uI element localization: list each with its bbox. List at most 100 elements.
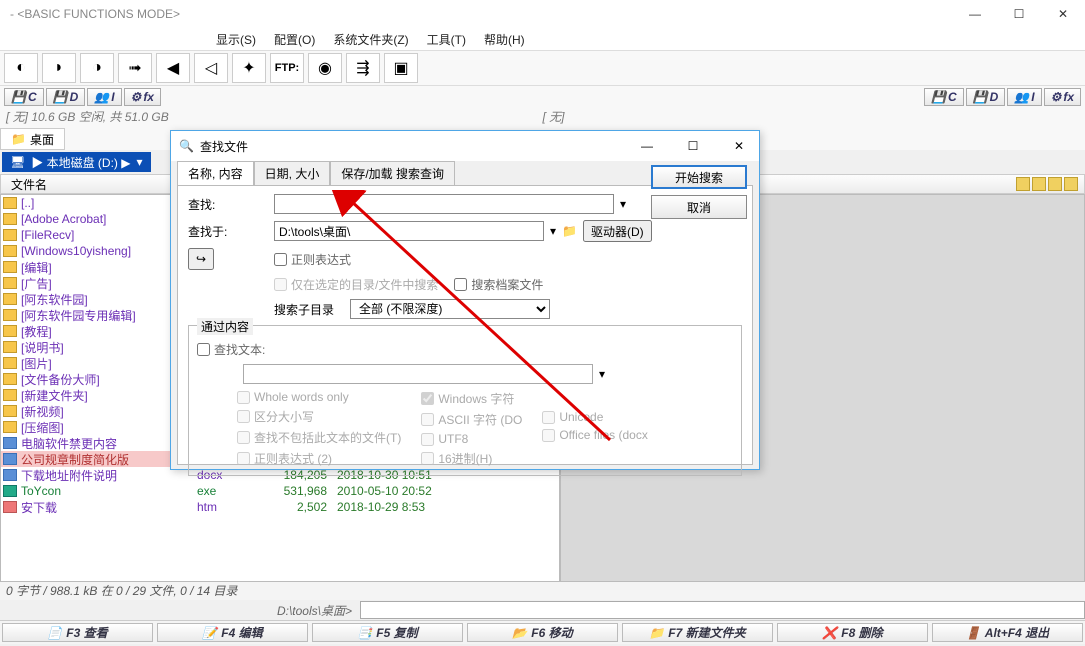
drive-fx-right[interactable]: ⚙ fx bbox=[1044, 88, 1081, 106]
subdir-label: 搜索子目录 bbox=[274, 301, 344, 318]
file-row[interactable]: 安下载 htm 2,502 2018-10-29 8:53 bbox=[1, 499, 559, 515]
minimize-button[interactable]: — bbox=[953, 0, 997, 28]
subdir-select[interactable]: 全部 (不限深度) bbox=[350, 299, 550, 319]
file-icon bbox=[3, 245, 17, 257]
dropdown-icon[interactable]: ▾ bbox=[550, 224, 556, 238]
menu-tools[interactable]: 工具(T) bbox=[421, 29, 472, 50]
toolbar-ftp[interactable]: FTP: bbox=[270, 53, 304, 83]
f5-copy[interactable]: 📑 F5 复制 bbox=[312, 623, 463, 642]
file-icon bbox=[3, 261, 17, 273]
file-icon bbox=[3, 421, 17, 433]
findtext-checkbox[interactable]: 查找文本: bbox=[197, 341, 265, 358]
tab-desktop[interactable]: 📁 桌面 bbox=[0, 128, 65, 150]
search-input[interactable] bbox=[274, 194, 614, 214]
start-search-button[interactable]: 开始搜索 bbox=[651, 165, 747, 189]
file-icon bbox=[3, 437, 17, 449]
file-icon bbox=[3, 501, 17, 513]
toolbar-btn-3[interactable]: ◑ bbox=[80, 53, 114, 83]
regex2-checkbox: 正则表达式 (2) bbox=[237, 450, 401, 467]
archive-checkbox[interactable]: 搜索档案文件 bbox=[454, 276, 543, 293]
ascii-checkbox: ASCII 字符 (DO bbox=[421, 411, 522, 428]
col-name[interactable]: 文件名 bbox=[1, 176, 191, 193]
file-icon bbox=[3, 341, 17, 353]
findtext-input[interactable] bbox=[243, 364, 593, 384]
drive-c-right[interactable]: 💾 C bbox=[924, 88, 964, 106]
file-icon bbox=[3, 389, 17, 401]
dropdown-icon[interactable]: ▾ bbox=[599, 367, 605, 381]
utf8-checkbox: UTF8 bbox=[421, 432, 522, 446]
menu-bar: 显示(S) 配置(O) 系统文件夹(Z) 工具(T) 帮助(H) bbox=[0, 28, 1085, 50]
f8-delete[interactable]: ❌ F8 删除 bbox=[777, 623, 928, 642]
file-icon bbox=[3, 229, 17, 241]
toolbar-btn-8[interactable]: ◉ bbox=[308, 53, 342, 83]
browse-icon[interactable]: 📁 bbox=[562, 224, 577, 238]
command-path: D:\tools\桌面> bbox=[0, 602, 360, 619]
file-icon bbox=[3, 197, 17, 209]
file-size: 531,968 bbox=[267, 484, 337, 498]
drive-d-right[interactable]: 💾 D bbox=[966, 88, 1006, 106]
function-key-bar: 📄 F3 查看 📝 F4 编辑 📑 F5 复制 📂 F6 移动 📁 F7 新建文… bbox=[0, 620, 1085, 644]
toolbar-btn-5[interactable]: ◀ bbox=[156, 53, 190, 83]
direction-button[interactable]: ↪ bbox=[188, 248, 214, 270]
f3-view[interactable]: 📄 F3 查看 bbox=[2, 623, 153, 642]
case-checkbox: 区分大小写 bbox=[237, 408, 401, 425]
view-icon-3[interactable] bbox=[1048, 177, 1062, 191]
view-icon-2[interactable] bbox=[1032, 177, 1046, 191]
file-icon bbox=[3, 469, 17, 481]
file-date: 2018-10-29 8:53 bbox=[337, 500, 425, 514]
title-bar: - <BASIC FUNCTIONS MODE> — ☐ ✕ bbox=[0, 0, 1085, 28]
dialog-maximize[interactable]: ☐ bbox=[673, 131, 713, 161]
close-button[interactable]: ✕ bbox=[1041, 0, 1085, 28]
toolbar-btn-2[interactable]: ◗ bbox=[42, 53, 76, 83]
toolbar-btn-4[interactable]: ➟ bbox=[118, 53, 152, 83]
searchin-input[interactable] bbox=[274, 221, 544, 241]
main-toolbar: ◐ ◗ ◑ ➟ ◀ ◁ ✦ FTP: ◉ ⇶ ▣ bbox=[0, 50, 1085, 86]
file-icon bbox=[3, 309, 17, 321]
drive-c-left[interactable]: 💾 C bbox=[4, 88, 44, 106]
file-icon bbox=[3, 277, 17, 289]
dialog-minimize[interactable]: — bbox=[627, 131, 667, 161]
command-line-row: D:\tools\桌面> bbox=[0, 600, 1085, 620]
f6-move[interactable]: 📂 F6 移动 bbox=[467, 623, 618, 642]
dialog-icon: 🔍 bbox=[179, 139, 194, 153]
tab-name-content[interactable]: 名称, 内容 bbox=[177, 161, 254, 185]
view-icon-1[interactable] bbox=[1016, 177, 1030, 191]
free-space-left: [ 无] 10.6 GB 空闲, 共 51.0 GB bbox=[6, 108, 543, 126]
menu-config[interactable]: 配置(O) bbox=[268, 29, 321, 50]
tab-save-load[interactable]: 保存/加载 搜索查询 bbox=[330, 161, 455, 185]
drive-i-left[interactable]: 👥 I bbox=[87, 88, 121, 106]
toolbar-btn-7[interactable]: ✦ bbox=[232, 53, 266, 83]
view-icon-4[interactable] bbox=[1064, 177, 1078, 191]
f7-mkdir[interactable]: 📁 F7 新建文件夹 bbox=[622, 623, 773, 642]
path-dropdown-left[interactable]: 🖥 ▶ 本地磁盘 (D:) ▶ ▾ bbox=[2, 152, 151, 172]
free-space-bar: [ 无] 10.6 GB 空闲, 共 51.0 GB [ 无] bbox=[0, 108, 1085, 126]
menu-help[interactable]: 帮助(H) bbox=[478, 29, 531, 50]
find-files-dialog: 🔍 查找文件 — ☐ ✕ 名称, 内容 日期, 大小 保存/加载 搜索查询 查找… bbox=[170, 130, 760, 470]
drive-fx-left[interactable]: ⚙ fx bbox=[124, 88, 161, 106]
file-icon bbox=[3, 293, 17, 305]
file-ext: htm bbox=[197, 500, 267, 514]
f4-edit[interactable]: 📝 F4 编辑 bbox=[157, 623, 308, 642]
dialog-close[interactable]: ✕ bbox=[719, 131, 759, 161]
regex-checkbox[interactable]: 正则表达式 bbox=[274, 251, 351, 268]
menu-show[interactable]: 显示(S) bbox=[210, 29, 262, 50]
window-title: - <BASIC FUNCTIONS MODE> bbox=[10, 7, 180, 21]
toolbar-btn-10[interactable]: ▣ bbox=[384, 53, 418, 83]
toolbar-btn-9[interactable]: ⇶ bbox=[346, 53, 380, 83]
maximize-button[interactable]: ☐ bbox=[997, 0, 1041, 28]
dropdown-icon[interactable]: ▾ bbox=[620, 197, 626, 211]
drive-bar: 💾 C 💾 D 👥 I ⚙ fx 💾 C 💾 D 👥 I ⚙ fx bbox=[0, 86, 1085, 108]
altf4-exit[interactable]: 🚪 Alt+F4 退出 bbox=[932, 623, 1083, 642]
toolbar-btn-6[interactable]: ◁ bbox=[194, 53, 228, 83]
drives-button[interactable]: 驱动器(D) bbox=[583, 220, 652, 242]
drive-i-right[interactable]: 👥 I bbox=[1007, 88, 1041, 106]
cancel-button[interactable]: 取消 bbox=[651, 195, 747, 219]
toolbar-btn-1[interactable]: ◐ bbox=[4, 53, 38, 83]
drive-d-left[interactable]: 💾 D bbox=[46, 88, 86, 106]
file-row[interactable]: ToYcon exe 531,968 2010-05-10 20:52 bbox=[1, 483, 559, 499]
command-input[interactable] bbox=[360, 601, 1085, 619]
file-icon bbox=[3, 213, 17, 225]
winchar-checkbox: Windows 字符 bbox=[421, 390, 522, 407]
menu-sysfolder[interactable]: 系统文件夹(Z) bbox=[327, 29, 414, 50]
tab-date-size[interactable]: 日期, 大小 bbox=[254, 161, 331, 185]
